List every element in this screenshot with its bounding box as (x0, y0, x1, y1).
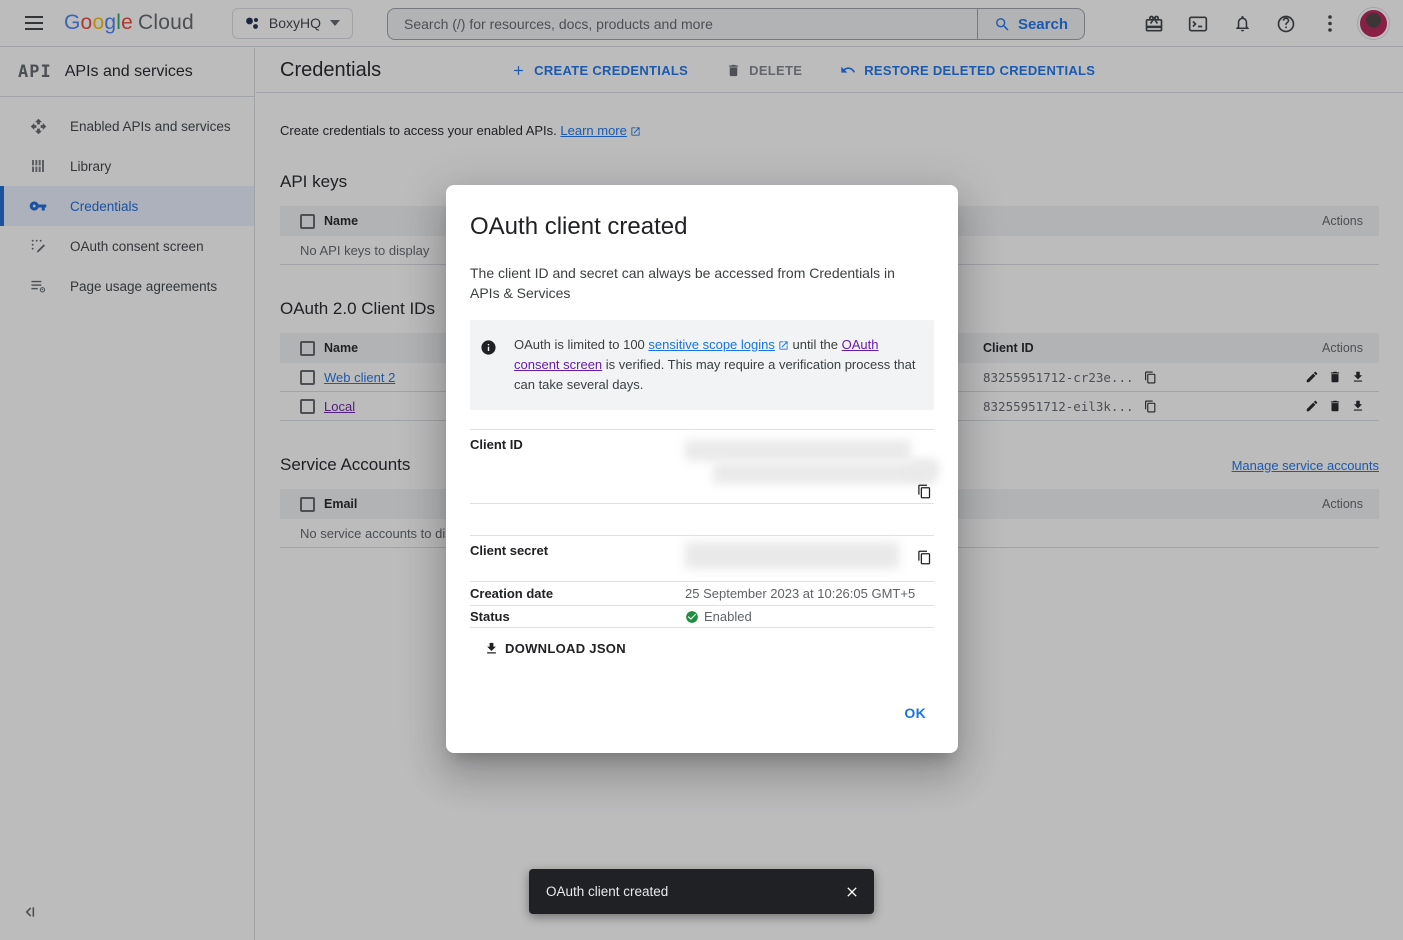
spacer-row (470, 503, 934, 535)
toast-message: OAuth client created (546, 884, 844, 899)
info-icon (480, 339, 497, 395)
client-id-row: Client ID (470, 429, 934, 503)
toast-snackbar: OAuth client created (529, 869, 874, 914)
sensitive-scope-logins-link[interactable]: sensitive scope logins (648, 337, 774, 352)
notice-text: OAuth is limited to 100 sensitive scope … (514, 335, 918, 395)
client-secret-row: Client secret (470, 535, 934, 581)
copy-client-secret-icon[interactable] (917, 550, 932, 565)
status-row: Status Enabled (470, 605, 934, 628)
creation-date-row: Creation date 25 September 2023 at 10:26… (470, 581, 934, 605)
close-icon[interactable] (844, 884, 860, 900)
download-icon (484, 641, 499, 656)
check-circle-icon (685, 610, 699, 624)
external-link-icon (778, 340, 789, 351)
download-json-button[interactable]: DOWNLOAD JSON (484, 641, 626, 656)
creation-date-value: 25 September 2023 at 10:26:05 GMT+5 (685, 586, 934, 601)
dialog-body-text: The client ID and secret can always be a… (470, 263, 910, 303)
status-value: Enabled (704, 609, 752, 624)
dialog-detail-rows: Client ID Client secret Creation date 25… (470, 429, 934, 628)
oauth-created-dialog: OAuth client created The client ID and s… (446, 185, 958, 753)
ok-button[interactable]: OK (896, 699, 934, 727)
oauth-limit-notice: OAuth is limited to 100 sensitive scope … (470, 320, 934, 410)
copy-client-id-icon[interactable] (917, 484, 932, 499)
client-secret-redacted-value (685, 536, 934, 581)
dialog-title: OAuth client created (470, 213, 934, 241)
client-id-redacted-value (685, 430, 934, 503)
